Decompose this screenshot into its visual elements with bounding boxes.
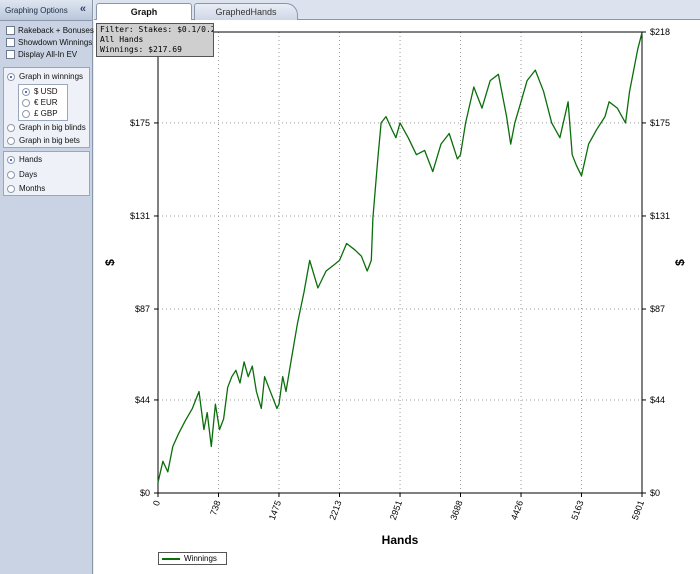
radio-label: $ USD (34, 87, 58, 96)
radio-label: £ GBP (34, 109, 58, 118)
radio-button[interactable] (7, 136, 15, 145)
radio-button[interactable] (22, 98, 30, 107)
x-tick-label: 2951 (388, 499, 404, 521)
y-tick-label-right: $44 (650, 395, 665, 405)
y-tick-label-right: $175 (650, 118, 670, 128)
checkbox-box[interactable] (6, 50, 15, 59)
hands-filter-text: All Hands (100, 35, 144, 44)
graph-options-panel: Graphing Options « Rakeback + Bonuses Sh… (0, 0, 94, 574)
checkbox-label: Rakeback + Bonuses (18, 26, 94, 35)
radio-button[interactable] (7, 123, 15, 132)
x-tick-label: 4426 (509, 499, 525, 521)
radio-label: Graph in big blinds (19, 123, 86, 132)
x-tick-label: 5163 (569, 499, 585, 521)
radio-button[interactable] (7, 72, 15, 81)
y-tick-label-left: $44 (135, 395, 150, 405)
unit-days-radio[interactable]: Days (7, 169, 37, 180)
plot-frame (157, 31, 643, 494)
collapse-icon[interactable]: « (80, 3, 86, 15)
y-tick-label-right: $218 (650, 27, 670, 37)
checkbox-label: Showdown Winnings (18, 38, 93, 47)
winnings-chart: 0 738 1475 2213 2951 3688 4426 5163 5901 $0 $0 $44 $… (103, 27, 687, 547)
display-allin-ev-checkbox[interactable]: Display All-In EV (6, 49, 77, 60)
checkbox-label: Display All-In EV (18, 50, 78, 59)
tab-graphed-hands[interactable]: GraphedHands (194, 3, 298, 20)
unit-hands-radio[interactable]: Hands (7, 154, 42, 165)
y-tick-label-left: $175 (130, 118, 150, 128)
chart-grid (158, 32, 642, 493)
winnings-total-text: Winnings: $217.69 (100, 45, 182, 54)
currency-group: $ USD € EUR £ GBP (18, 84, 68, 121)
x-axis-unit-group: Hands Days Months (3, 151, 90, 196)
showdown-winnings-checkbox[interactable]: Showdown Winnings (6, 37, 92, 48)
y-tick-label-left: $131 (130, 211, 150, 221)
radio-label: Hands (19, 155, 43, 164)
currency-gbp-radio[interactable]: £ GBP (22, 108, 58, 119)
x-tick-label: 0 (151, 499, 162, 507)
tab-graph[interactable]: Graph (96, 3, 192, 20)
radio-label: Days (19, 170, 38, 179)
checkbox-options: Rakeback + Bonuses Showdown Winnings Dis… (3, 24, 94, 64)
radio-button[interactable] (22, 109, 30, 118)
graph-options-header: Graphing Options « (0, 0, 92, 21)
y-tick-label-right: $0 (650, 488, 660, 498)
checkbox-box[interactable] (6, 26, 15, 35)
x-tick-label: 738 (208, 499, 223, 517)
currency-eur-radio[interactable]: € EUR (22, 97, 58, 108)
graph-panel: 0 738 1475 2213 2951 3688 4426 5163 5901 $0 $0 $44 $… (94, 20, 700, 574)
y-tick-label-right: $131 (650, 211, 670, 221)
x-tick-label: 5901 (630, 499, 646, 521)
chart-labels: 0 738 1475 2213 2951 3688 4426 5163 5901 $0 $0 $44 $… (103, 27, 687, 547)
graph-in-winnings-radio[interactable]: Graph in winnings (7, 71, 83, 82)
rakeback-bonuses-checkbox[interactable]: Rakeback + Bonuses (6, 25, 94, 36)
legend-swatch (162, 557, 180, 560)
checkbox-box[interactable] (6, 38, 15, 47)
unit-months-radio[interactable]: Months (7, 183, 45, 194)
radio-button[interactable] (7, 155, 15, 164)
graph-mode-group: Graph in winnings $ USD € EUR £ GBP Grap… (3, 67, 90, 148)
radio-button[interactable] (7, 170, 15, 179)
legend-label: Winnings (184, 554, 217, 563)
x-tick-label: 3688 (448, 499, 464, 521)
y-tick-label-left: $0 (140, 488, 150, 498)
y-tick-label-right: $87 (650, 304, 665, 314)
y-axis-title-left: $ (103, 259, 117, 266)
radio-label: € EUR (34, 98, 58, 107)
x-tick-label: 1475 (267, 499, 283, 521)
y-axis-title-right: $ (673, 259, 687, 266)
radio-button[interactable] (22, 87, 30, 96)
radio-label: Graph in winnings (19, 72, 84, 81)
graph-options-title: Graphing Options (5, 5, 68, 15)
radio-label: Graph in big bets (19, 136, 80, 145)
graph-in-big-bets-radio[interactable]: Graph in big bets (7, 135, 80, 146)
chart-legend: Winnings (158, 552, 227, 565)
radio-button[interactable] (7, 184, 15, 193)
x-tick-label: 2213 (327, 499, 343, 521)
y-tick-label-left: $87 (135, 304, 150, 314)
filter-info-box: Filter: Stakes: $0.1/0.25 NL All Hands W… (96, 23, 214, 57)
x-axis-title: Hands (382, 533, 419, 547)
currency-usd-radio[interactable]: $ USD (22, 86, 58, 97)
graph-in-big-blinds-radio[interactable]: Graph in big blinds (7, 122, 86, 133)
radio-label: Months (19, 184, 46, 193)
filter-text: Filter: Stakes: $0.1/0.25 NL (100, 25, 213, 34)
tab-bar: Graph GraphedHands (94, 0, 700, 20)
